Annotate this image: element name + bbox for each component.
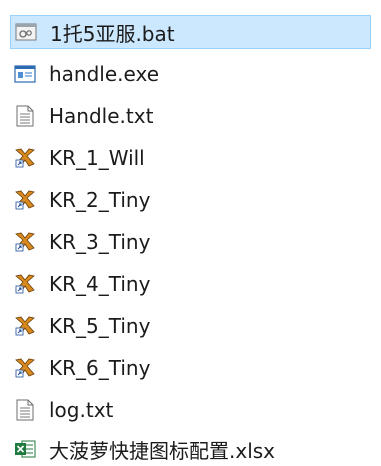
file-item-kr3[interactable]: KR_3_Tiny <box>10 225 310 259</box>
shortcut-app-icon <box>13 230 37 254</box>
file-item-handle-txt[interactable]: Handle.txt <box>10 99 310 133</box>
file-list: 1托5亚服.bat handle.exe Handle.txt KR_1_Wil… <box>0 0 381 464</box>
file-name: 大菠萝快捷图标配置.xlsx <box>49 438 276 463</box>
file-item-kr4[interactable]: KR_4_Tiny <box>10 267 310 301</box>
file-item-kr5[interactable]: KR_5_Tiny <box>10 309 310 343</box>
file-name: log.txt <box>49 398 114 422</box>
shortcut-app-icon <box>13 146 37 170</box>
file-name: KR_4_Tiny <box>49 272 151 296</box>
text-document-icon <box>13 104 37 128</box>
file-item-exe[interactable]: handle.exe <box>10 57 310 91</box>
shortcut-app-icon <box>13 356 37 380</box>
batch-file-icon <box>14 20 38 44</box>
file-item-xlsx[interactable]: 大菠萝快捷图标配置.xlsx <box>10 432 310 466</box>
text-document-icon <box>13 398 37 422</box>
file-name: handle.exe <box>49 62 159 86</box>
file-name: KR_5_Tiny <box>49 314 151 338</box>
file-name: KR_1_Will <box>49 146 145 170</box>
shortcut-app-icon <box>13 314 37 338</box>
file-item-log-txt[interactable]: log.txt <box>10 393 310 427</box>
file-name: KR_6_Tiny <box>49 356 151 380</box>
file-name: KR_2_Tiny <box>49 188 151 212</box>
file-name: 1托5亚服.bat <box>50 21 175 46</box>
application-window-icon <box>13 62 37 86</box>
file-item-kr2[interactable]: KR_2_Tiny <box>10 183 310 217</box>
file-item-bat[interactable]: 1托5亚服.bat <box>10 15 371 49</box>
file-name: Handle.txt <box>49 104 154 128</box>
file-item-kr1[interactable]: KR_1_Will <box>10 141 310 175</box>
shortcut-app-icon <box>13 272 37 296</box>
file-name: KR_3_Tiny <box>49 230 151 254</box>
file-item-kr6[interactable]: KR_6_Tiny <box>10 351 310 385</box>
excel-file-icon <box>13 437 37 461</box>
shortcut-app-icon <box>13 188 37 212</box>
